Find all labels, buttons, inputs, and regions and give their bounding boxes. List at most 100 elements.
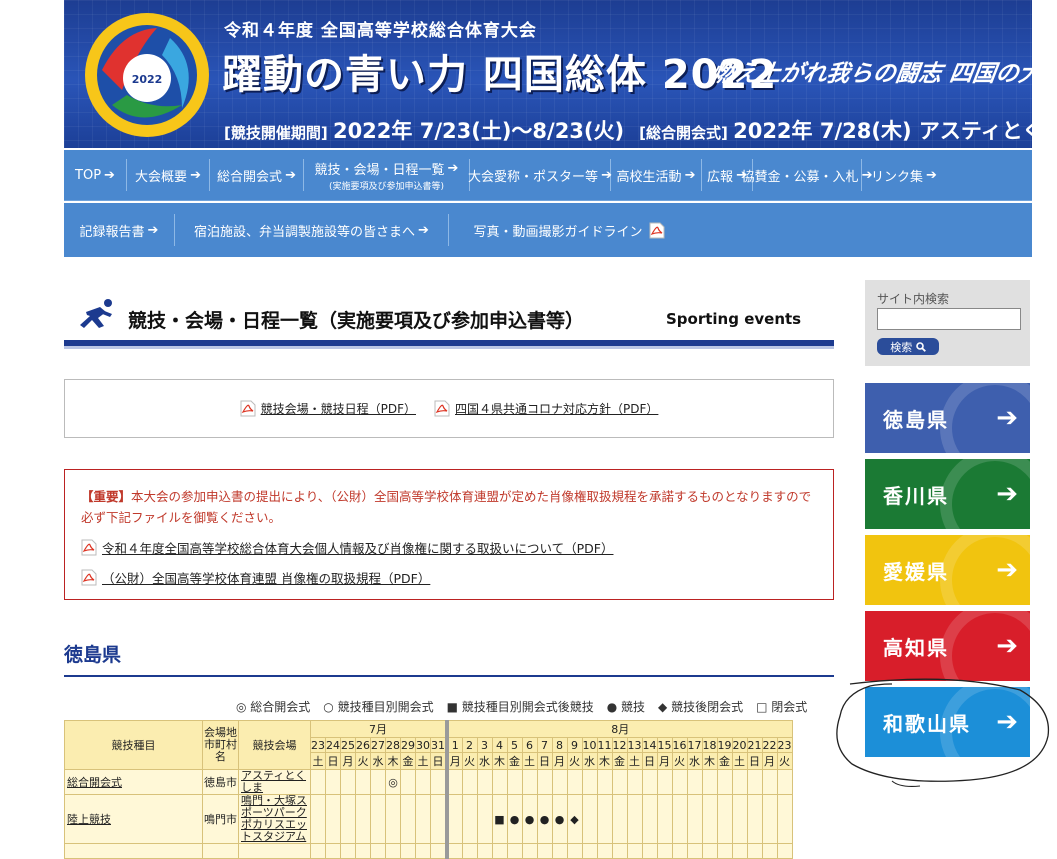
pdf-links-box: 競技会場・競技日程（PDF） 四国４県共通コロナ対応方針（PDF） bbox=[64, 379, 834, 438]
day-cell: 火 bbox=[671, 752, 688, 770]
pdf-icon bbox=[649, 222, 665, 239]
day-cell: 火 bbox=[776, 752, 793, 770]
empty-cell bbox=[641, 843, 658, 859]
day-cell: 26 bbox=[355, 737, 371, 753]
nav-item-row2-2[interactable]: 写真・動画撮影ガイドライン bbox=[449, 214, 694, 246]
nav-item-row1-3[interactable]: 競技・会場・日程一覧 ➔ (実施要項及び参加申込書等) bbox=[304, 159, 470, 192]
day-mark-cell bbox=[641, 794, 658, 844]
day-mark-cell: ● bbox=[506, 794, 523, 844]
pdf-link-schedule[interactable]: 競技会場・競技日程（PDF） bbox=[240, 400, 416, 417]
empty-cell bbox=[202, 843, 239, 859]
nav-item-row1-7[interactable]: 協賛金・公募・入札 ➔ bbox=[742, 159, 872, 191]
day-mark-cell bbox=[686, 794, 703, 844]
arrow-right-icon: ➔ bbox=[996, 631, 1020, 661]
arrow-right-icon: ➔ bbox=[147, 222, 159, 238]
day-cell: 日 bbox=[430, 752, 448, 770]
nav-item-row1-5[interactable]: 高校生活動 ➔ bbox=[611, 159, 702, 191]
nav-item-sublabel: (実施要項及び参加申込書等) bbox=[328, 181, 445, 192]
day-mark-cell bbox=[671, 769, 688, 795]
page-heading: 競技・会場・日程一覧（実施要項及び参加申込書等） Sporting events bbox=[64, 298, 834, 342]
prefecture-button-2[interactable]: 愛媛県 ➔ bbox=[865, 535, 1030, 605]
arrow-right-icon: ➔ bbox=[996, 479, 1020, 509]
pdf-link-privacy[interactable]: 令和４年度全国高等学校総合体育大会個人情報及び肖像権に関する取扱いについて（PD… bbox=[81, 538, 613, 557]
day-cell: 4 bbox=[491, 737, 508, 753]
day-mark-cell bbox=[731, 794, 748, 844]
day-mark-cell bbox=[731, 769, 748, 795]
day-cell: 水 bbox=[476, 752, 493, 770]
prefecture-label: 愛媛県 bbox=[883, 559, 949, 584]
day-cell: 17 bbox=[686, 737, 703, 753]
day-mark-cell bbox=[716, 769, 733, 795]
day-mark-cell: ■ bbox=[491, 794, 508, 844]
event-link[interactable]: 総合開会式 bbox=[64, 769, 203, 795]
day-mark-cell bbox=[581, 769, 598, 795]
nav-item-label: 高校生活動 bbox=[616, 169, 682, 185]
prefecture-label: 徳島県 bbox=[883, 407, 949, 432]
header-slogan: 燃え上がれ我らの闘志 四国の大地へ bbox=[709, 60, 1032, 87]
nav-item-row1-2[interactable]: 総合開会式 ➔ bbox=[210, 159, 304, 191]
day-mark-cell bbox=[476, 769, 493, 795]
search-input[interactable] bbox=[877, 308, 1021, 330]
day-cell: 12 bbox=[611, 737, 628, 753]
nav-item-row1-0[interactable]: TOP ➔ bbox=[64, 159, 127, 191]
venue-link[interactable]: 鳴門・大塚スポーツパークポカリスエットスタジアム bbox=[238, 794, 311, 844]
table-row bbox=[64, 843, 793, 859]
nav-item-row2-0[interactable]: 記録報告書 ➔ bbox=[64, 214, 175, 246]
runner-icon bbox=[80, 299, 112, 328]
day-mark-cell bbox=[340, 769, 356, 795]
day-mark-cell bbox=[581, 794, 598, 844]
nav-item-row1-1[interactable]: 大会概要 ➔ bbox=[127, 159, 210, 191]
day-cell: 19 bbox=[716, 737, 733, 753]
legend-item: ◎ 総合開会式 bbox=[236, 700, 311, 714]
event-logo[interactable]: 2022 bbox=[82, 10, 212, 140]
header-title: 躍動の青い力 四国総体 2022 bbox=[222, 52, 778, 98]
empty-cell bbox=[491, 843, 508, 859]
empty-cell bbox=[370, 843, 386, 859]
nav-item-row2-1[interactable]: 宿泊施設、弁当調製施設等の皆さまへ ➔ bbox=[175, 214, 449, 246]
day-cell: 31 bbox=[430, 737, 448, 753]
venue-link[interactable]: アスティとくしま bbox=[238, 769, 311, 795]
day-mark-cell bbox=[776, 794, 793, 844]
empty-cell bbox=[536, 843, 553, 859]
day-mark-cell bbox=[325, 769, 341, 795]
pdf-link-covid-policy[interactable]: 四国４県共通コロナ対応方針（PDF） bbox=[434, 400, 658, 417]
day-cell: 水 bbox=[370, 752, 386, 770]
day-cell: 土 bbox=[731, 752, 748, 770]
site-header: 2022 令和４年度 全国高等学校総合体育大会 躍動の青い力 四国総体 2022… bbox=[64, 0, 1032, 148]
day-mark-cell bbox=[400, 794, 416, 844]
empty-cell bbox=[238, 843, 311, 859]
arrow-right-icon: ➔ bbox=[418, 222, 429, 238]
nav-item-label: 記録報告書 bbox=[79, 224, 145, 240]
nav-item-row1-8[interactable]: リンク集 ➔ bbox=[862, 159, 946, 191]
day-cell: 24 bbox=[325, 737, 341, 753]
day-mark-cell: ● bbox=[551, 794, 568, 844]
empty-cell bbox=[701, 843, 718, 859]
day-mark-cell bbox=[656, 794, 673, 844]
header-dates: [競技開催期間] 2022年 7/23(土)～8/23(火) [総合開会式] 2… bbox=[224, 119, 1032, 143]
event-link[interactable]: 陸上競技 bbox=[64, 794, 203, 844]
empty-cell bbox=[746, 843, 763, 859]
day-cell: 7 bbox=[536, 737, 553, 753]
nav-item-row1-4[interactable]: 大会愛称・ポスター等 ➔ bbox=[468, 159, 612, 191]
global-nav-row2: 記録報告書 ➔ 宿泊施設、弁当調製施設等の皆さまへ ➔ 写真・動画撮影ガイドライン bbox=[64, 203, 1032, 257]
nav-item-label: 総合開会式 bbox=[217, 169, 283, 185]
month-august: 8月 bbox=[445, 720, 793, 738]
prefecture-button-1[interactable]: 香川県 ➔ bbox=[865, 459, 1030, 529]
day-cell: 土 bbox=[626, 752, 643, 770]
day-mark-cell bbox=[461, 769, 478, 795]
day-cell: 金 bbox=[716, 752, 733, 770]
day-cell: 火 bbox=[566, 752, 583, 770]
prefecture-button-0[interactable]: 徳島県 ➔ bbox=[865, 383, 1030, 453]
day-cell: 月 bbox=[656, 752, 673, 770]
day-cell: 月 bbox=[761, 752, 778, 770]
pdf-link-portrait-rights[interactable]: （公財）全国高等学校体育連盟 肖像権の取扱規程（PDF） bbox=[81, 568, 430, 587]
search-button[interactable]: 検索 bbox=[877, 338, 939, 355]
day-cell: 22 bbox=[761, 737, 778, 753]
day-mark-cell bbox=[596, 794, 613, 844]
prefecture-button-3[interactable]: 高知県 ➔ bbox=[865, 611, 1030, 681]
day-cell: 1 bbox=[445, 737, 463, 753]
empty-cell bbox=[506, 843, 523, 859]
day-mark-cell bbox=[626, 769, 643, 795]
day-cell: 土 bbox=[310, 752, 326, 770]
magnifier-icon bbox=[915, 341, 926, 352]
